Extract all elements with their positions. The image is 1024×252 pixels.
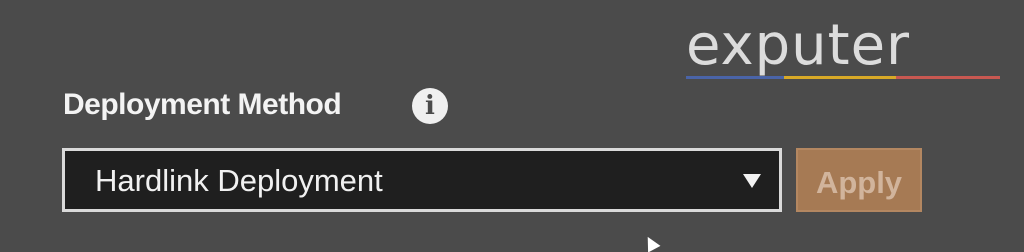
deployment-method-label: Deployment Method [63, 88, 342, 121]
watermark-text: exputer [686, 13, 911, 78]
watermark-red-line [896, 76, 1000, 79]
mouse-pointer-icon [641, 233, 661, 252]
info-icon[interactable]: i [412, 88, 448, 124]
apply-button[interactable]: Apply [796, 148, 922, 212]
exputer-watermark: exputer [686, 18, 1006, 84]
deployment-method-selected-value: Hardlink Deployment [95, 163, 383, 198]
chevron-down-icon[interactable] [743, 174, 761, 188]
watermark-yellow-line [784, 76, 896, 79]
watermark-color-lines [686, 76, 1000, 79]
watermark-blue-line [686, 76, 784, 79]
deployment-method-select[interactable]: Hardlink Deployment [62, 148, 782, 212]
